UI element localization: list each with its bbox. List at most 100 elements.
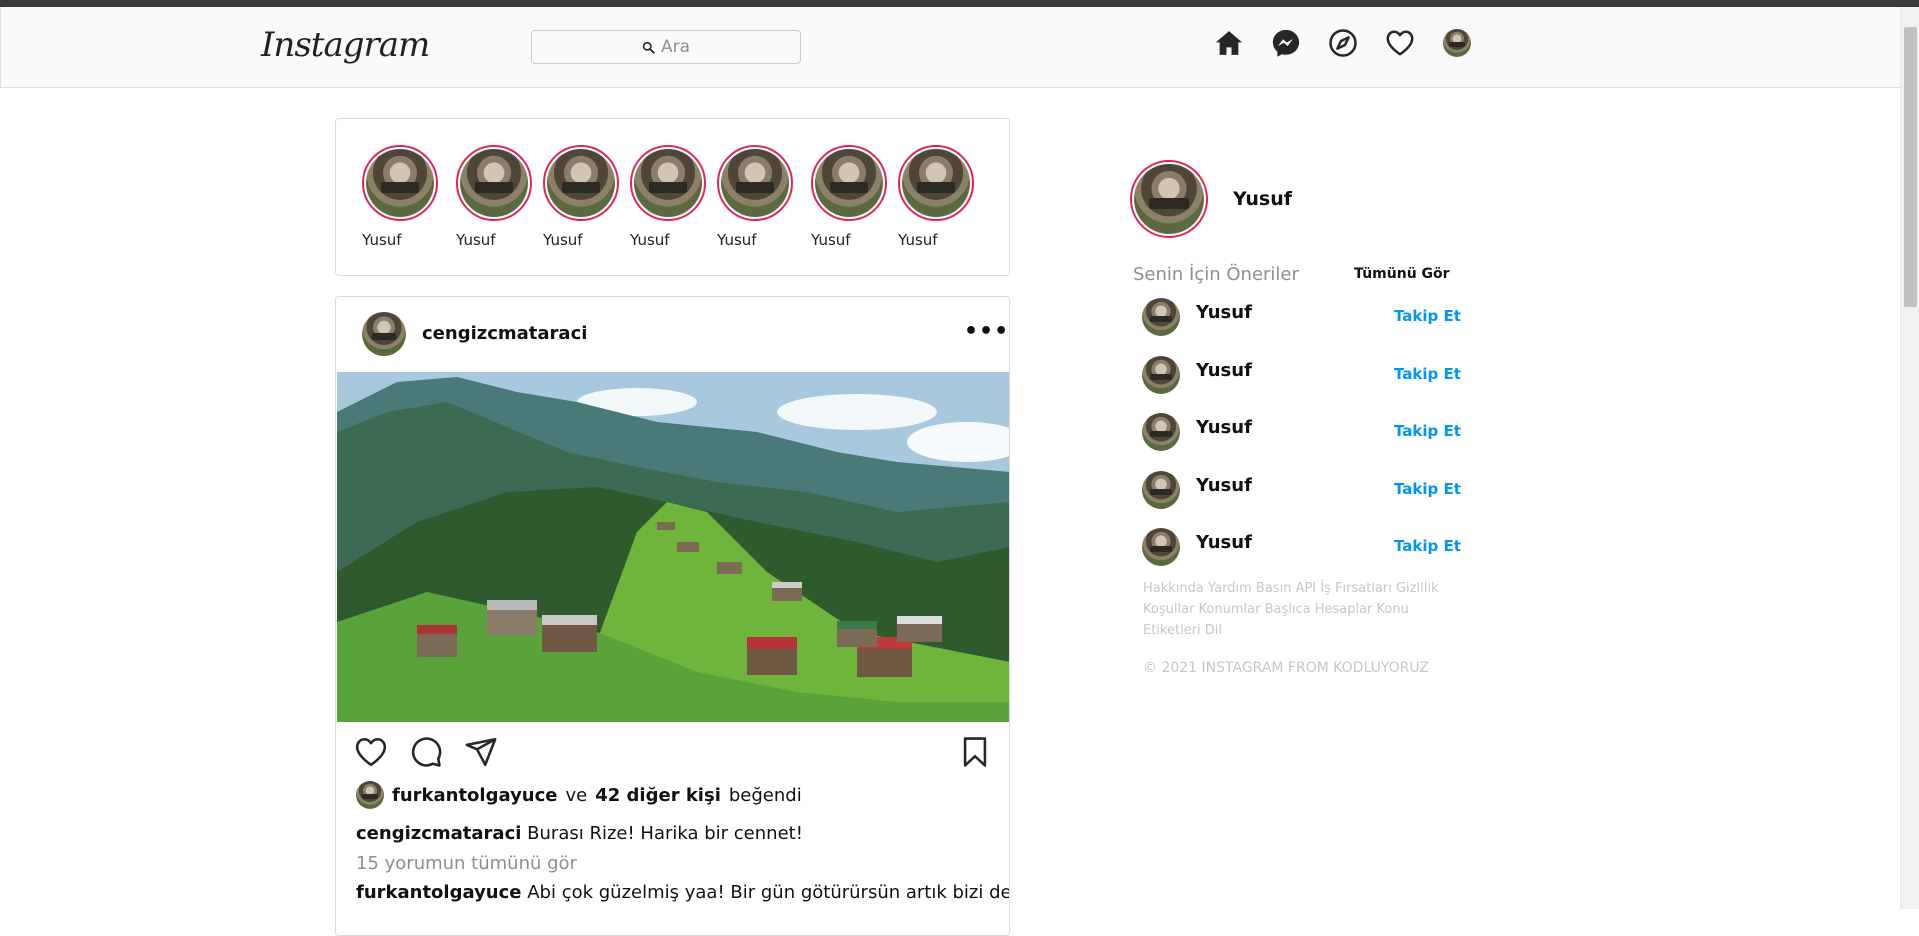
suggestion-username[interactable]: Yusuf [1196, 532, 1252, 553]
follow-button[interactable]: Takip Et [1394, 422, 1461, 440]
story-item[interactable]: Yusuf [456, 145, 536, 249]
current-user-name[interactable]: Yusuf [1233, 188, 1292, 210]
post-author-avatar[interactable] [362, 312, 406, 356]
profile-avatar-button[interactable] [1442, 28, 1472, 58]
footer-link[interactable]: Dil [1205, 623, 1222, 638]
post-image[interactable] [337, 372, 1009, 722]
suggestion-avatar[interactable] [1142, 413, 1180, 451]
follow-button[interactable]: Takip Et [1394, 537, 1461, 555]
footer-link[interactable]: İş Fırsatları [1320, 581, 1392, 596]
follow-button[interactable]: Takip Et [1394, 480, 1461, 498]
heart-icon[interactable] [1385, 28, 1415, 58]
story-ring [362, 145, 438, 221]
story-item[interactable]: Yusuf [811, 145, 891, 249]
liker-username[interactable]: furkantolgayuce [392, 785, 558, 806]
caption-text: Burası Rize! Harika bir cennet! [527, 823, 803, 844]
follow-button[interactable]: Takip Et [1394, 365, 1461, 383]
comment-icon[interactable] [409, 735, 445, 771]
story-item[interactable]: Yusuf [362, 145, 442, 249]
view-all-comments-link[interactable]: 15 yorumun tümünü gör [356, 853, 577, 874]
story-item[interactable]: Yusuf [898, 145, 978, 249]
more-options-icon[interactable]: ••• [964, 319, 1009, 344]
share-send-icon[interactable] [464, 735, 500, 771]
browser-top-strip [0, 0, 1919, 7]
story-ring [543, 145, 619, 221]
footer-link[interactable]: Gizlilik [1396, 581, 1439, 596]
story-avatar [460, 149, 528, 217]
suggestion-item: Yusuf Takip Et [1142, 413, 1462, 455]
footer-link[interactable]: Başlıca Hesaplar [1265, 602, 1373, 617]
like-heart-icon[interactable] [354, 735, 390, 771]
stories-bar: Yusuf Yusuf Yusuf Yusuf Yusuf Yusuf Yusu… [335, 118, 1010, 276]
likes-others-count[interactable]: 42 diğer kişi [595, 785, 721, 806]
top-navbar: Instagram Ara [0, 7, 1900, 88]
story-ring [717, 145, 793, 221]
post-image-landscape [337, 372, 1009, 722]
story-name: Yusuf [717, 231, 757, 249]
footer-link[interactable]: Koşullar [1143, 602, 1194, 617]
post-caption: cengizcmataraci Burası Rize! Harika bir … [356, 823, 803, 844]
search-input[interactable]: Ara [531, 30, 801, 64]
scrollbar-thumb[interactable] [1904, 27, 1917, 307]
suggestion-username[interactable]: Yusuf [1196, 475, 1252, 496]
post-author-username[interactable]: cengizcmataraci [422, 323, 587, 344]
story-avatar [634, 149, 702, 217]
story-avatar [547, 149, 615, 217]
post-header: cengizcmataraci ••• [336, 297, 1009, 372]
suggestion-item: Yusuf Takip Et [1142, 528, 1462, 570]
likes-summary: furkantolgayuce ve 42 diğer kişi beğendi [356, 781, 802, 809]
likes-conjunction: ve [565, 784, 588, 806]
suggestions-title: Senin İçin Öneriler [1133, 264, 1299, 285]
see-all-link[interactable]: Tümünü Gör [1354, 266, 1450, 282]
profile-avatar [1443, 29, 1471, 57]
vertical-scrollbar[interactable] [1900, 7, 1919, 909]
suggestion-avatar[interactable] [1142, 356, 1180, 394]
suggestion-username[interactable]: Yusuf [1196, 417, 1252, 438]
comment-username[interactable]: furkantolgayuce [356, 882, 522, 903]
feed-post: cengizcmataraci ••• furkantolgayuce ve 4… [335, 296, 1010, 936]
search-placeholder: Ara [660, 37, 691, 57]
current-user[interactable]: Yusuf [1130, 160, 1292, 238]
liker-avatar[interactable] [356, 781, 384, 809]
search-icon [642, 41, 655, 54]
comment-row: furkantolgayuce Abi çok güzelmiş yaa! Bi… [356, 882, 1010, 903]
story-name: Yusuf [630, 231, 670, 249]
footer-link[interactable]: API [1296, 581, 1317, 596]
story-name: Yusuf [811, 231, 851, 249]
story-ring [898, 145, 974, 221]
story-avatar [902, 149, 970, 217]
suggestion-avatar[interactable] [1142, 471, 1180, 509]
messenger-icon[interactable] [1271, 28, 1301, 58]
instagram-logo[interactable]: Instagram [261, 25, 430, 65]
post-actions [336, 727, 1009, 775]
suggestion-username[interactable]: Yusuf [1196, 360, 1252, 381]
story-item[interactable]: Yusuf [543, 145, 623, 249]
current-user-avatar [1134, 164, 1204, 234]
home-icon[interactable] [1214, 28, 1244, 58]
explore-icon[interactable] [1328, 28, 1358, 58]
footer-link[interactable]: Konumlar [1199, 602, 1261, 617]
bookmark-icon[interactable] [958, 735, 994, 771]
story-item[interactable]: Yusuf [717, 145, 797, 249]
follow-button[interactable]: Takip Et [1394, 307, 1461, 325]
story-name: Yusuf [456, 231, 496, 249]
story-name: Yusuf [543, 231, 583, 249]
suggestion-item: Yusuf Takip Et [1142, 471, 1462, 513]
footer-link[interactable]: Basın [1256, 581, 1292, 596]
story-item[interactable]: Yusuf [630, 145, 710, 249]
story-name: Yusuf [362, 231, 402, 249]
suggestion-avatar[interactable] [1142, 528, 1180, 566]
suggestion-avatar[interactable] [1142, 298, 1180, 336]
footer-link[interactable]: Yardım [1208, 581, 1252, 596]
story-avatar [366, 149, 434, 217]
comment-text: Abi çok güzelmiş yaa! Bir gün götürürsün… [527, 882, 1010, 903]
suggestion-item: Yusuf Takip Et [1142, 356, 1462, 398]
current-user-ring [1130, 160, 1208, 238]
footer-link[interactable]: Hakkında [1143, 581, 1204, 596]
copyright-text: © 2021 INSTAGRAM FROM KODLUYORUZ [1143, 660, 1429, 676]
suggestion-username[interactable]: Yusuf [1196, 302, 1252, 323]
caption-username[interactable]: cengizcmataraci [356, 823, 521, 844]
nav-icon-bar [1214, 28, 1472, 58]
footer-links: Hakkında Yardım Basın API İş Fırsatları … [1143, 578, 1443, 641]
story-name: Yusuf [898, 231, 938, 249]
